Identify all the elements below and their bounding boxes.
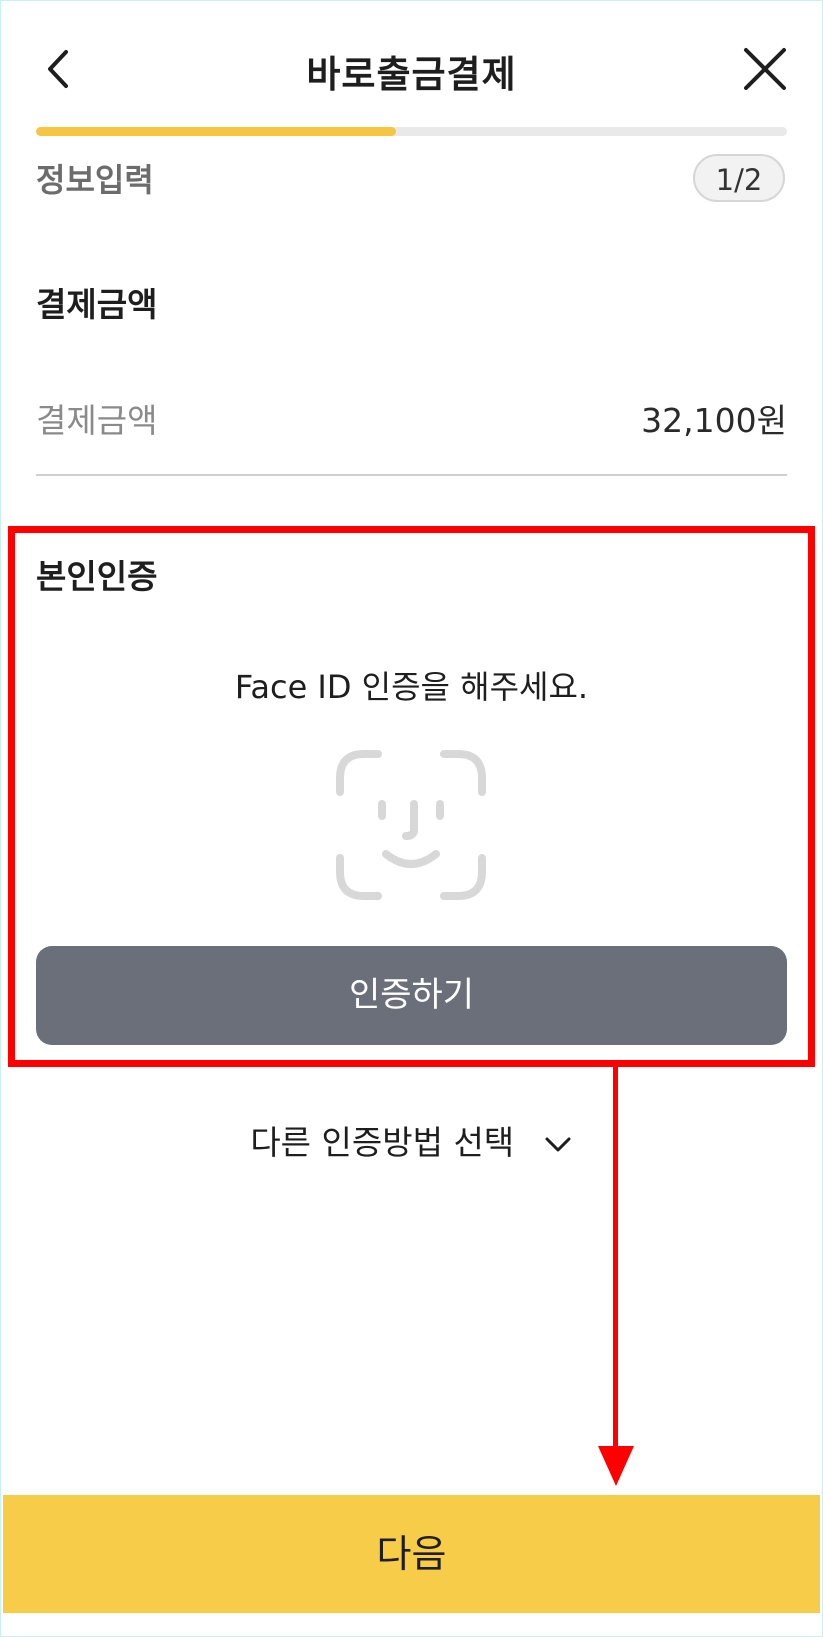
amount-row: 결제금액 32,100원 [36,380,787,476]
step-badge: 1/2 [693,154,785,202]
step-label: 정보입력 [36,161,154,199]
amount-value: 32,100원 [641,401,787,440]
close-icon [744,48,786,90]
chevron-down-icon [545,1137,571,1151]
header: 바로출금결제 [0,0,823,120]
other-method-select[interactable]: 다른 인증방법 선택 [0,1116,823,1164]
annotation-highlight-box [8,526,815,1067]
next-button[interactable]: 다음 [3,1495,820,1613]
progress-bar [36,127,787,136]
annotation-arrow-head [598,1446,634,1486]
other-method-label: 다른 인증방법 선택 [250,1123,515,1162]
page-title: 바로출금결제 [306,53,517,96]
close-button[interactable] [740,44,790,94]
amount-label: 결제금액 [36,401,158,440]
annotation-arrow-line [613,1067,618,1452]
payment-section-title: 결제금액 [36,285,158,324]
progress-bar-fill [36,127,397,136]
